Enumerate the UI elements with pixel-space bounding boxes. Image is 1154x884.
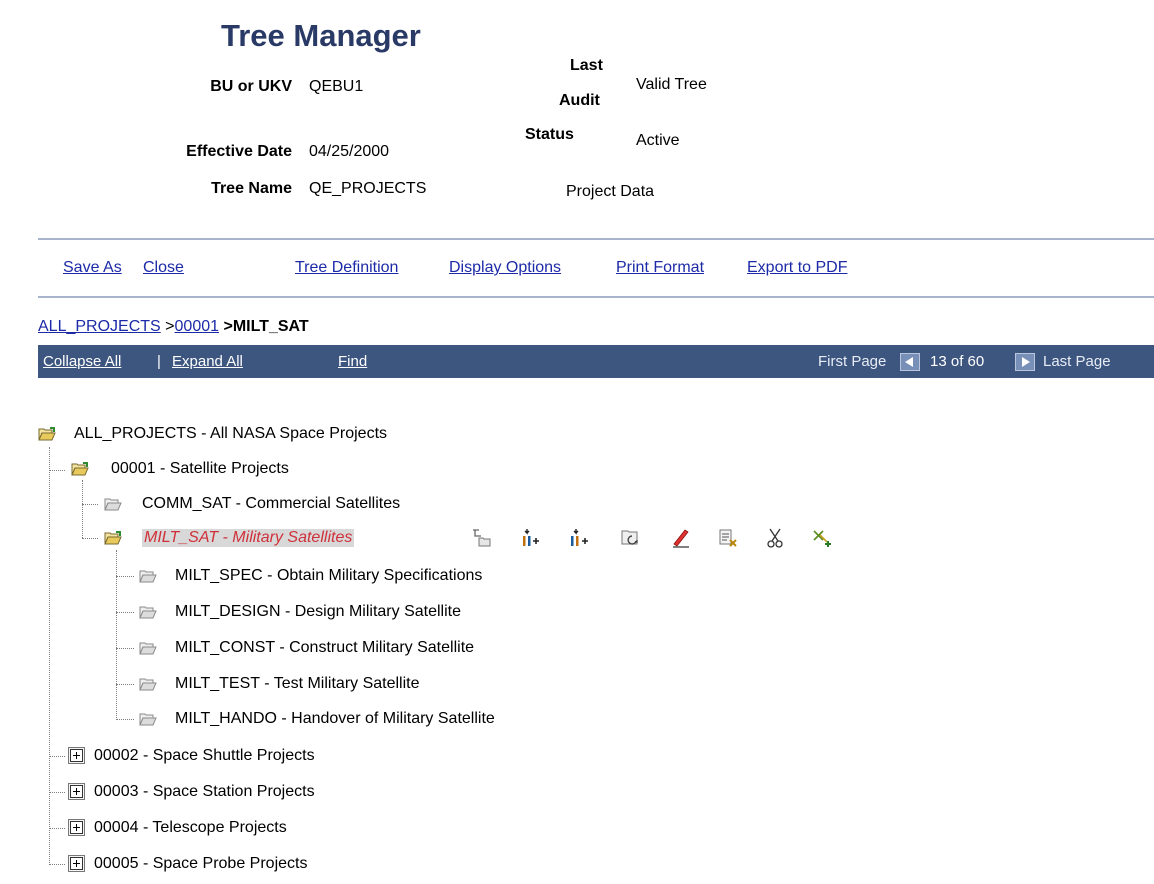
tree-branch [49, 470, 65, 471]
folder-icon [139, 606, 157, 619]
breadcrumb-root-link[interactable]: ALL_PROJECTS [38, 318, 161, 335]
status-label: Status [525, 126, 574, 143]
tree-name-label: Tree Name [211, 180, 292, 197]
expand-all-link[interactable]: Expand All [172, 353, 243, 370]
tree-node-label[interactable]: 00005 - Space Probe Projects [94, 855, 307, 873]
folder-icon [139, 642, 157, 655]
folder-icon [139, 570, 157, 583]
breadcrumb-current: MILT_SAT [232, 318, 309, 335]
insert-sibling-node-icon[interactable] [471, 527, 493, 549]
tree-branch [82, 504, 98, 505]
tree-branch [49, 792, 65, 793]
last-audit-label-line1: Last [570, 57, 603, 74]
open-folder-icon [71, 462, 89, 476]
cut-icon[interactable] [764, 527, 786, 549]
find-link[interactable]: Find [338, 353, 367, 370]
tree-branch [116, 648, 134, 649]
effective-date-value: 04/25/2000 [309, 143, 390, 160]
folder-icon [139, 678, 157, 691]
insert-child-node-icon[interactable] [519, 527, 541, 549]
tree-name-value: QE_PROJECTS [309, 180, 427, 197]
tree-branch [82, 538, 98, 539]
tree-branch [49, 864, 65, 865]
edit-node-icon[interactable] [670, 527, 692, 549]
close-link[interactable]: Close [143, 259, 184, 277]
folder-icon [104, 498, 122, 511]
status-value: Active [636, 132, 680, 149]
folder-icon [139, 713, 157, 726]
tree-node-label[interactable]: MILT_SAT - Military Satellites [142, 529, 355, 547]
expand-icon[interactable] [68, 855, 85, 872]
last-audit-value: Valid Tree [636, 76, 707, 93]
tree-branch [116, 719, 134, 720]
page-title: Tree Manager [221, 18, 421, 53]
insert-sibling-node-alt-icon[interactable] [568, 527, 590, 549]
tree-branch [49, 828, 65, 829]
tree-node-label[interactable]: 00004 - Telescope Projects [94, 819, 287, 837]
breadcrumb: ALL_PROJECTS >00001 >MILT_SAT [38, 318, 309, 336]
tree-branch [116, 684, 134, 685]
first-page-label[interactable]: First Page [818, 353, 886, 370]
tree-node-label[interactable]: MILT_TEST - Test Military Satellite [175, 675, 420, 693]
previous-page-icon[interactable] [900, 353, 920, 371]
nav-separator: | [157, 353, 161, 370]
expand-icon[interactable] [68, 747, 85, 764]
tree-line-root [49, 447, 50, 865]
breadcrumb-level1-link[interactable]: 00001 [175, 318, 220, 335]
expand-icon[interactable] [68, 783, 85, 800]
bu-label: BU or UKV [210, 78, 292, 95]
delete-node-icon[interactable] [717, 527, 739, 549]
export-to-pdf-link[interactable]: Export to PDF [747, 259, 847, 277]
display-options-link[interactable]: Display Options [449, 259, 561, 277]
breadcrumb-separator: > [165, 318, 175, 335]
tree-node-label[interactable]: ALL_PROJECTS - All NASA Space Projects [74, 425, 387, 443]
next-page-icon[interactable] [1015, 353, 1035, 371]
tree-branch [116, 612, 134, 613]
tree-node-label[interactable]: MILT_HANDO - Handover of Military Satell… [175, 710, 495, 728]
collapse-all-link[interactable]: Collapse All [43, 353, 121, 370]
breadcrumb-separator-2: > [223, 318, 233, 335]
tree-node-label[interactable]: COMM_SAT - Commercial Satellites [142, 495, 400, 513]
save-as-link[interactable]: Save As [63, 259, 122, 277]
tree-node-label[interactable]: 00002 - Space Shuttle Projects [94, 747, 315, 765]
tree-description: Project Data [566, 183, 655, 200]
bu-value: QEBU1 [309, 78, 364, 95]
tree-node-label[interactable]: MILT_CONST - Construct Military Satellit… [175, 639, 474, 657]
tree-node-label[interactable]: 00003 - Space Station Projects [94, 783, 315, 801]
tree-node-label[interactable]: MILT_SPEC - Obtain Military Specificatio… [175, 567, 482, 585]
expand-icon[interactable] [68, 819, 85, 836]
tree-node-label[interactable]: 00001 - Satellite Projects [111, 460, 289, 478]
page-status: 13 of 60 [930, 353, 985, 370]
divider-top [38, 238, 1154, 240]
tree-node-label[interactable]: MILT_DESIGN - Design Military Satellite [175, 603, 461, 621]
print-format-link[interactable]: Print Format [616, 259, 704, 277]
last-audit-label-line2: Audit [559, 92, 600, 109]
tree-definition-link[interactable]: Tree Definition [295, 259, 398, 277]
open-folder-icon [38, 427, 56, 441]
last-page-label[interactable]: Last Page [1043, 353, 1111, 370]
tree-navigation-bar: Collapse All | Expand All Find First Pag… [38, 345, 1154, 378]
divider-bottom [38, 296, 1154, 298]
tree-branch [116, 576, 134, 577]
open-folder-icon [104, 531, 122, 545]
insert-detail-icon[interactable] [620, 527, 642, 549]
effective-date-label: Effective Date [186, 143, 292, 160]
tree-line-00001 [82, 480, 83, 538]
tree-branch [49, 756, 65, 757]
paste-icon[interactable] [811, 527, 833, 549]
